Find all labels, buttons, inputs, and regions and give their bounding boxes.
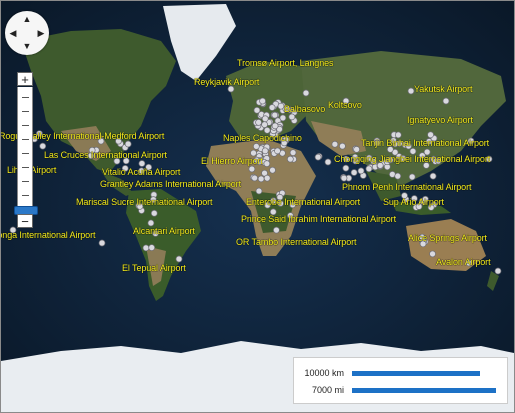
airport-marker[interactable]	[271, 111, 279, 119]
airport-label[interactable]: Naples Capodichino	[223, 133, 302, 143]
airport-label[interactable]: Prince Said Ibrahim International Airpor…	[241, 214, 396, 224]
scale-legend: 10000 km 7000 mi	[293, 357, 508, 404]
airport-marker[interactable]	[263, 160, 271, 167]
airport-label[interactable]: Tromsø Airport, Langnes	[237, 58, 334, 68]
airport-label[interactable]: Alcantari Airport	[133, 226, 195, 236]
airport-marker[interactable]	[302, 89, 310, 97]
airport-label[interactable]: Sup Ario Airport	[383, 197, 444, 207]
zoom-in-button[interactable]: +	[17, 72, 33, 86]
airport-label[interactable]: Tanjin Binhai International Airport	[361, 138, 489, 148]
airport-label[interactable]: Avalon Airport	[436, 257, 491, 267]
pan-up-button[interactable]: ▲	[22, 15, 32, 24]
airport-label[interactable]: Koltsovo	[328, 100, 362, 110]
airport-marker[interactable]	[286, 155, 294, 163]
airport-marker[interactable]	[394, 172, 402, 180]
zoom-tick	[22, 139, 29, 140]
zoom-tick	[22, 111, 29, 112]
airport-marker[interactable]	[263, 174, 271, 182]
airport-marker[interactable]	[353, 146, 360, 153]
scale-km-label: 10000 km	[304, 368, 344, 378]
airport-label[interactable]: Chongqing Jiangbei International Airport	[334, 154, 490, 164]
zoom-tick	[22, 167, 29, 168]
airport-marker[interactable]	[261, 115, 269, 123]
airport-marker[interactable]	[138, 160, 146, 167]
airport-marker[interactable]	[98, 239, 106, 247]
airport-marker[interactable]	[269, 166, 276, 174]
airport-marker[interactable]	[124, 140, 132, 148]
airport-label[interactable]: OR Tambo International Airport	[236, 237, 357, 247]
airport-marker[interactable]	[429, 250, 436, 258]
airport-marker[interactable]	[255, 118, 262, 126]
airport-marker[interactable]	[261, 147, 269, 155]
scale-km-bar	[352, 371, 480, 376]
airport-label[interactable]: Yakutsk Airport	[414, 84, 472, 94]
pan-right-button[interactable]: ▶	[36, 29, 46, 38]
airport-marker[interactable]	[268, 104, 276, 111]
zoom-tick	[22, 125, 29, 126]
zoom-slider[interactable]	[17, 87, 33, 213]
airport-label[interactable]: Phnom Penh International Airport	[342, 182, 471, 192]
airport-marker[interactable]	[342, 164, 350, 172]
zoom-out-button[interactable]: −	[17, 214, 33, 228]
airport-label[interactable]: Ignatyevo Airport	[407, 115, 473, 125]
airport-label[interactable]: El Hierro Airport	[201, 156, 263, 166]
airport-marker[interactable]	[252, 143, 260, 150]
airport-marker[interactable]	[494, 267, 502, 275]
airport-marker[interactable]	[39, 142, 47, 150]
pan-down-button[interactable]: ▼	[22, 42, 32, 51]
zoom-tick	[22, 97, 29, 98]
airport-marker[interactable]	[289, 149, 297, 156]
airport-marker[interactable]	[251, 174, 258, 182]
airport-marker[interactable]	[148, 244, 156, 251]
airport-marker[interactable]	[324, 158, 332, 166]
airport-label[interactable]: Reykjavik Airport	[194, 77, 259, 87]
airport-marker[interactable]	[442, 97, 450, 105]
scale-mi-label: 7000 mi	[311, 385, 344, 395]
pan-control[interactable]: ▲ ▼ ◀ ▶	[5, 11, 49, 55]
airport-marker[interactable]	[339, 142, 346, 150]
airport-label[interactable]: Grantley Adams International Airport	[100, 179, 241, 189]
scale-mi-bar	[352, 388, 496, 393]
airport-marker[interactable]	[253, 106, 261, 114]
zoom-tick	[22, 181, 29, 182]
airport-marker[interactable]	[255, 187, 263, 195]
pan-left-button[interactable]: ◀	[8, 29, 18, 38]
airport-marker[interactable]	[261, 121, 268, 128]
airport-marker[interactable]	[142, 244, 150, 252]
airport-label[interactable]: Alice Springs Airport	[408, 233, 487, 243]
airport-marker[interactable]	[271, 122, 279, 130]
airport-marker[interactable]	[259, 97, 266, 105]
map-viewport[interactable]: Tromsø Airport, Langnes Reykjavik Airport…	[0, 0, 515, 413]
airport-label[interactable]: Mariscal Sucre International Airport	[76, 197, 213, 207]
airport-marker[interactable]	[314, 153, 322, 161]
airport-marker[interactable]	[350, 169, 358, 176]
airport-marker[interactable]	[288, 113, 296, 121]
airport-marker[interactable]	[331, 140, 339, 148]
airport-label[interactable]: El Tepual Airport	[122, 263, 186, 273]
airport-label[interactable]: Vitalio Acuña Airport	[102, 167, 180, 177]
airport-marker[interactable]	[248, 165, 256, 173]
airport-marker[interactable]	[427, 131, 434, 139]
airport-marker[interactable]	[150, 209, 158, 217]
airport-marker[interactable]	[273, 226, 280, 234]
airport-marker[interactable]	[175, 255, 183, 263]
airport-label[interactable]: Las Cruces International Airport	[44, 150, 167, 160]
airport-marker[interactable]	[274, 147, 281, 155]
airport-label[interactable]: Tonga International Airport	[1, 230, 95, 240]
airport-label[interactable]: Balbasovo	[284, 104, 325, 114]
airport-marker[interactable]	[429, 172, 437, 180]
airport-marker[interactable]	[408, 173, 416, 181]
airport-marker[interactable]	[357, 167, 365, 175]
zoom-tick	[22, 195, 29, 196]
airport-marker[interactable]	[340, 174, 348, 182]
airport-label[interactable]: Enterobe International Airport	[246, 197, 360, 207]
zoom-tick	[22, 153, 29, 154]
airport-marker[interactable]	[257, 175, 265, 183]
airport-marker[interactable]	[365, 165, 373, 173]
